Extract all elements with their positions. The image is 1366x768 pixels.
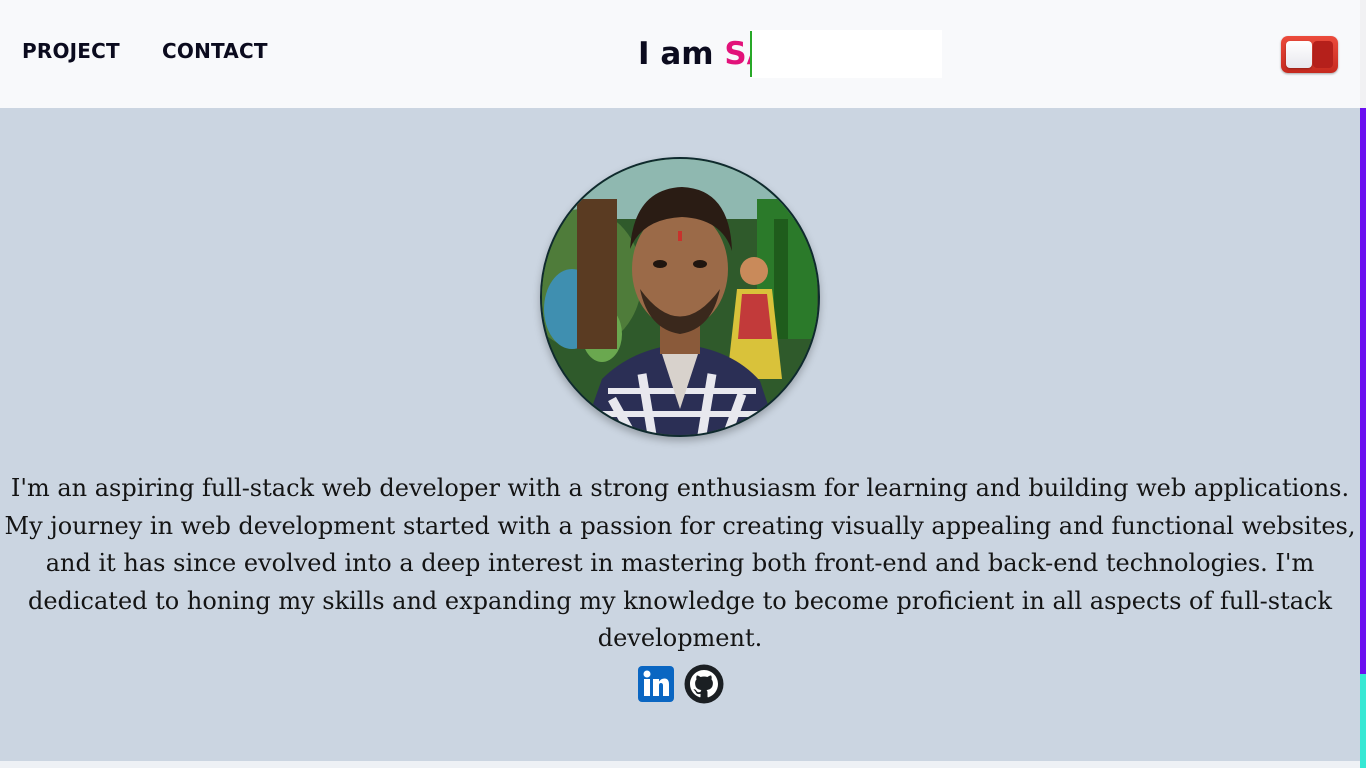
site-header: PROJECT CONTACT I am SA — [0, 0, 1360, 108]
nav-link-project[interactable]: PROJECT — [22, 39, 120, 63]
page-scrollbar[interactable] — [1360, 0, 1366, 768]
scrollbar-thumb[interactable] — [1360, 108, 1366, 674]
footer-strip — [0, 761, 1360, 768]
typing-caret — [750, 31, 752, 77]
scrollbar-track-lower — [1360, 674, 1366, 768]
github-link[interactable] — [684, 664, 724, 709]
toggle-track — [1313, 41, 1333, 68]
theme-toggle[interactable] — [1281, 36, 1338, 73]
github-icon — [684, 664, 724, 704]
typing-headline: I am SA — [638, 30, 942, 78]
profile-section: I'm an aspiring full-stack web developer… — [0, 108, 1360, 761]
social-links — [638, 664, 724, 709]
toggle-knob — [1286, 41, 1312, 68]
profile-bio: I'm an aspiring full-stack web developer… — [4, 474, 1356, 653]
linkedin-link[interactable] — [638, 666, 674, 707]
headline-prefix: I am — [638, 36, 725, 72]
linkedin-icon — [638, 666, 674, 702]
profile-photo-image — [542, 159, 818, 435]
nav-link-contact[interactable]: CONTACT — [162, 39, 268, 63]
typing-backdrop — [750, 30, 942, 78]
profile-photo — [540, 157, 820, 437]
